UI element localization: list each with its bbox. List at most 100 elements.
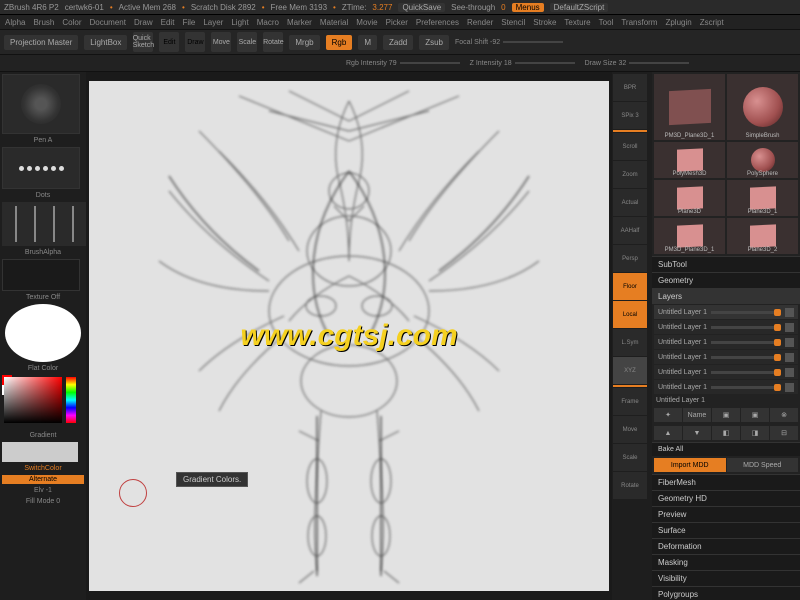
tool-item[interactable]: PolySphere bbox=[727, 142, 798, 178]
menu-item[interactable]: Tool bbox=[596, 18, 617, 27]
texture-selector[interactable] bbox=[2, 259, 80, 291]
menu-item[interactable]: File bbox=[179, 18, 198, 27]
actual-button[interactable]: Actual bbox=[613, 189, 647, 216]
stroke-selector[interactable] bbox=[2, 147, 80, 189]
menu-item[interactable]: Stencil bbox=[498, 18, 528, 27]
menu-item[interactable]: Material bbox=[317, 18, 351, 27]
layer-new-icon[interactable]: ✦ bbox=[654, 408, 682, 422]
move-mode-button[interactable]: Move bbox=[211, 32, 231, 52]
layer-btn[interactable]: ⊗ bbox=[770, 408, 798, 422]
menu-item[interactable]: Transform bbox=[618, 18, 660, 27]
menu-item[interactable]: Draw bbox=[131, 18, 156, 27]
tool-item[interactable]: PolyMesh3D bbox=[654, 142, 725, 178]
menu-item[interactable]: Alpha bbox=[2, 18, 28, 27]
draw-size-slider[interactable] bbox=[629, 62, 689, 64]
section-header[interactable]: Polygroups bbox=[652, 586, 800, 600]
lsym-button[interactable]: L.Sym bbox=[613, 329, 647, 356]
document-canvas[interactable]: www.cgtsj.com bbox=[89, 81, 609, 591]
persp-button[interactable]: Persp bbox=[613, 245, 647, 272]
zsub-button[interactable]: Zsub bbox=[419, 35, 449, 50]
xyz-button[interactable]: XYZ bbox=[613, 357, 647, 384]
tool-item[interactable]: PM3D_Plane3D_1 bbox=[654, 74, 725, 140]
edit-mode-button[interactable]: Edit bbox=[159, 32, 179, 52]
scroll-button[interactable]: Scroll bbox=[613, 133, 647, 160]
geometry-header[interactable]: Geometry bbox=[652, 272, 800, 288]
vp-rotate-button[interactable]: Rotate bbox=[613, 472, 647, 499]
tool-item[interactable]: Plane3D bbox=[654, 180, 725, 216]
menu-item[interactable]: Brush bbox=[30, 18, 57, 27]
alpha-selector[interactable] bbox=[2, 202, 86, 246]
section-header[interactable]: Surface bbox=[652, 522, 800, 538]
menu-item[interactable]: Texture bbox=[561, 18, 593, 27]
script-button[interactable]: DefaultZScript bbox=[550, 3, 609, 12]
layer-row[interactable]: Untitled Layer 1 bbox=[654, 320, 798, 334]
subtool-header[interactable]: SubTool bbox=[652, 256, 800, 272]
layer-name-button[interactable]: Name bbox=[683, 408, 711, 422]
section-header[interactable]: Geometry HD bbox=[652, 490, 800, 506]
section-header[interactable]: Deformation bbox=[652, 538, 800, 554]
vp-scale-button[interactable]: Scale bbox=[613, 444, 647, 471]
rgb-button[interactable]: Rgb bbox=[326, 35, 353, 50]
menu-item[interactable]: Stroke bbox=[530, 18, 559, 27]
menu-item[interactable]: Document bbox=[87, 18, 129, 27]
layer-btn[interactable]: ⊟ bbox=[770, 426, 798, 440]
local-button[interactable]: Local bbox=[613, 301, 647, 328]
layer-row[interactable]: Untitled Layer 1 bbox=[654, 380, 798, 394]
layer-row[interactable]: Untitled Layer 1 bbox=[654, 350, 798, 364]
menu-item[interactable]: Movie bbox=[353, 18, 380, 27]
floor-button[interactable]: Floor bbox=[613, 273, 647, 300]
m-button[interactable]: M bbox=[358, 35, 377, 50]
mdd-speed-button[interactable]: MDD Speed bbox=[727, 458, 799, 472]
section-header[interactable]: Masking bbox=[652, 554, 800, 570]
frame-button[interactable]: Frame bbox=[613, 388, 647, 415]
import-mdd-button[interactable]: Import MDD bbox=[654, 458, 726, 472]
layer-row[interactable]: Untitled Layer 1 bbox=[654, 365, 798, 379]
draw-mode-button[interactable]: Draw bbox=[185, 32, 205, 52]
quicksave-button[interactable]: QuickSave bbox=[398, 3, 445, 12]
gradient-swatch[interactable] bbox=[2, 442, 78, 462]
material-selector[interactable] bbox=[2, 304, 84, 362]
switch-color-button[interactable]: SwitchColor bbox=[2, 464, 84, 473]
spix-button[interactable]: SPix 3 bbox=[613, 102, 647, 129]
menus-button[interactable]: Menus bbox=[512, 3, 544, 12]
menu-item[interactable]: Zplugin bbox=[662, 18, 694, 27]
tool-item[interactable]: SimpleBrush bbox=[727, 74, 798, 140]
menu-item[interactable]: Light bbox=[228, 18, 251, 27]
layer-row[interactable]: Untitled Layer 1 bbox=[654, 335, 798, 349]
bake-all-button[interactable]: Bake All bbox=[652, 442, 800, 456]
layer-btn[interactable]: ◧ bbox=[712, 426, 740, 440]
bpr-button[interactable]: BPR bbox=[613, 74, 647, 101]
zoom-button[interactable]: Zoom bbox=[613, 161, 647, 188]
menu-item[interactable]: Zscript bbox=[697, 18, 727, 27]
scale-mode-button[interactable]: Scale bbox=[237, 32, 257, 52]
rgb-intensity-slider[interactable] bbox=[400, 62, 460, 64]
layer-btn[interactable]: ▼ bbox=[683, 426, 711, 440]
color-picker[interactable] bbox=[2, 375, 78, 429]
menu-item[interactable]: Layer bbox=[200, 18, 226, 27]
layer-row[interactable]: Untitled Layer 1 bbox=[654, 305, 798, 319]
focal-shift-slider[interactable] bbox=[503, 41, 563, 43]
layer-btn[interactable]: ▣ bbox=[712, 408, 740, 422]
section-header[interactable]: FiberMesh bbox=[652, 474, 800, 490]
vp-move-button[interactable]: Move bbox=[613, 416, 647, 443]
lightbox-button[interactable]: LightBox bbox=[84, 35, 127, 50]
layer-btn[interactable]: ▣ bbox=[741, 408, 769, 422]
section-header[interactable]: Preview bbox=[652, 506, 800, 522]
menu-item[interactable]: Picker bbox=[383, 18, 411, 27]
layer-btn[interactable]: ▲ bbox=[654, 426, 682, 440]
section-header[interactable]: Visibility bbox=[652, 570, 800, 586]
menu-item[interactable]: Render bbox=[464, 18, 496, 27]
menu-item[interactable]: Macro bbox=[254, 18, 282, 27]
mrgb-button[interactable]: Mrgb bbox=[289, 35, 319, 50]
rotate-mode-button[interactable]: Rotate bbox=[263, 32, 283, 52]
aahalf-button[interactable]: AAHalf bbox=[613, 217, 647, 244]
brush-selector[interactable] bbox=[2, 74, 80, 134]
alternate-button[interactable]: Alternate bbox=[2, 475, 84, 484]
z-intensity-slider[interactable] bbox=[515, 62, 575, 64]
quick-sketch-button[interactable]: Quick Sketch bbox=[133, 32, 153, 52]
menu-item[interactable]: Marker bbox=[284, 18, 315, 27]
tool-item[interactable]: PM3D_Plane3D_1 bbox=[654, 218, 725, 254]
tool-item[interactable]: Plane3D_1 bbox=[727, 180, 798, 216]
layer-btn[interactable]: ◨ bbox=[741, 426, 769, 440]
layers-header[interactable]: Layers bbox=[652, 288, 800, 304]
